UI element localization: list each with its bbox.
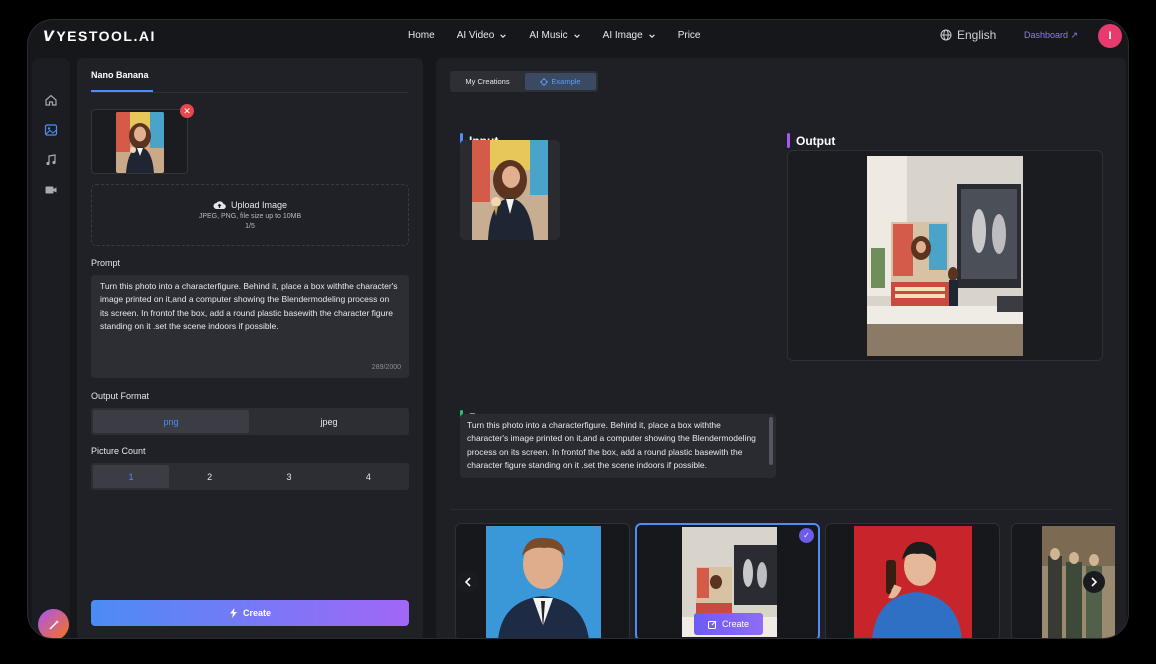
- carousel-prev-button[interactable]: [457, 571, 479, 593]
- output-accent-bar: [787, 133, 790, 148]
- edit-icon: [707, 620, 717, 629]
- app-window: ᐯYESTOOL.AI Home AI Video AI Music AI Im…: [27, 19, 1129, 639]
- uploaded-image-thumbnail: [116, 112, 164, 173]
- output-format-selector: png jpeg: [91, 408, 409, 435]
- example-prompt-box[interactable]: Turn this photo into a characterfigure. …: [460, 414, 776, 478]
- example-card-cola[interactable]: [825, 523, 1000, 638]
- output-frame: [787, 150, 1103, 361]
- chevron-right-icon: [1091, 577, 1098, 587]
- format-option-jpeg[interactable]: jpeg: [251, 410, 407, 433]
- language-switcher[interactable]: English: [940, 28, 996, 42]
- magic-wand-icon: [48, 619, 59, 630]
- output-image: [867, 156, 1023, 356]
- tab-divider: [91, 92, 409, 93]
- prompt-label: Prompt: [91, 258, 121, 268]
- music-icon[interactable]: [42, 151, 60, 169]
- picture-count-label: Picture Count: [91, 446, 146, 456]
- upload-count: 1/5: [245, 223, 255, 230]
- sidebar: [32, 58, 70, 638]
- tab-my-creations[interactable]: My Creations: [452, 73, 523, 90]
- chevron-down-icon: [648, 33, 655, 38]
- sparkle-icon: [540, 77, 549, 86]
- creations-example-toggle: My Creations Example: [450, 71, 598, 92]
- prompt-textarea[interactable]: Turn this photo into a characterfigure. …: [91, 275, 409, 378]
- globe-icon: [940, 29, 952, 41]
- count-option-4[interactable]: 4: [330, 465, 407, 488]
- avatar[interactable]: I: [1098, 24, 1122, 48]
- section-divider: [450, 509, 1112, 510]
- output-format-label: Output Format: [91, 391, 150, 401]
- example-card-figure-selected[interactable]: ✓ Create: [635, 523, 820, 638]
- format-option-png[interactable]: png: [93, 410, 249, 433]
- upload-hint: JPEG, PNG, file size up to 10MB: [198, 213, 302, 220]
- upload-dropzone[interactable]: Upload Image JPEG, PNG, file size up to …: [91, 184, 409, 246]
- logo[interactable]: ᐯYESTOOL.AI: [43, 28, 156, 45]
- top-nav: ᐯYESTOOL.AI Home AI Video AI Music AI Im…: [28, 20, 1128, 56]
- upload-title: Upload Image: [230, 200, 288, 210]
- count-option-2[interactable]: 2: [171, 465, 248, 488]
- dashboard-link[interactable]: Dashboard ↗: [1024, 30, 1078, 41]
- output-heading: Output: [787, 133, 835, 148]
- tab-example[interactable]: Example: [525, 73, 596, 90]
- example-prompt-text: Turn this photo into a characterfigure. …: [467, 420, 756, 471]
- uploaded-image-slot: [91, 109, 188, 174]
- count-option-3[interactable]: 3: [250, 465, 327, 488]
- prompt-scrollbar[interactable]: [769, 417, 773, 465]
- card-create-button[interactable]: Create: [694, 613, 763, 635]
- example-image-cola-man: [854, 526, 972, 638]
- logo-text: YESTOOL.AI: [56, 28, 156, 44]
- chevron-down-icon: [500, 33, 507, 38]
- count-option-1[interactable]: 1: [93, 465, 169, 488]
- prompt-counter: 289/2000: [371, 363, 401, 371]
- chevron-left-icon: [464, 577, 471, 587]
- example-image-businessman: [486, 526, 601, 638]
- magic-fab-button[interactable]: [38, 609, 69, 638]
- image-icon[interactable]: [42, 121, 60, 139]
- remove-image-button[interactable]: ✕: [180, 104, 194, 118]
- input-image: [460, 140, 560, 240]
- language-label: English: [957, 28, 997, 42]
- home-icon[interactable]: [42, 91, 60, 109]
- menu-ai-video[interactable]: AI Video: [457, 30, 508, 41]
- preview-panel: My Creations Example Input Output: [436, 58, 1126, 638]
- example-carousel: ✓ Create: [455, 523, 1115, 638]
- example-card-portrait[interactable]: [455, 523, 630, 638]
- prompt-text: Turn this photo into a characterfigure. …: [100, 281, 398, 332]
- picture-count-selector: 1 2 3 4: [91, 463, 409, 490]
- main-menu: Home AI Video AI Music AI Image Price: [408, 30, 700, 41]
- carousel-next-button[interactable]: [1083, 571, 1105, 593]
- check-icon: ✓: [799, 528, 814, 543]
- menu-price[interactable]: Price: [678, 30, 701, 41]
- menu-home[interactable]: Home: [408, 30, 435, 41]
- create-button[interactable]: Create: [91, 600, 409, 626]
- chevron-down-icon: [573, 33, 580, 38]
- video-icon[interactable]: [42, 181, 60, 199]
- create-label: Create: [242, 608, 271, 618]
- tab-nano-banana[interactable]: Nano Banana: [91, 70, 149, 80]
- cloud-upload-icon: [213, 201, 226, 210]
- lightning-icon: [229, 608, 237, 618]
- settings-panel: Nano Banana ✕ Upload Image JPEG, PNG, fi…: [77, 58, 423, 638]
- menu-ai-image[interactable]: AI Image: [603, 30, 656, 41]
- menu-ai-music[interactable]: AI Music: [529, 30, 580, 41]
